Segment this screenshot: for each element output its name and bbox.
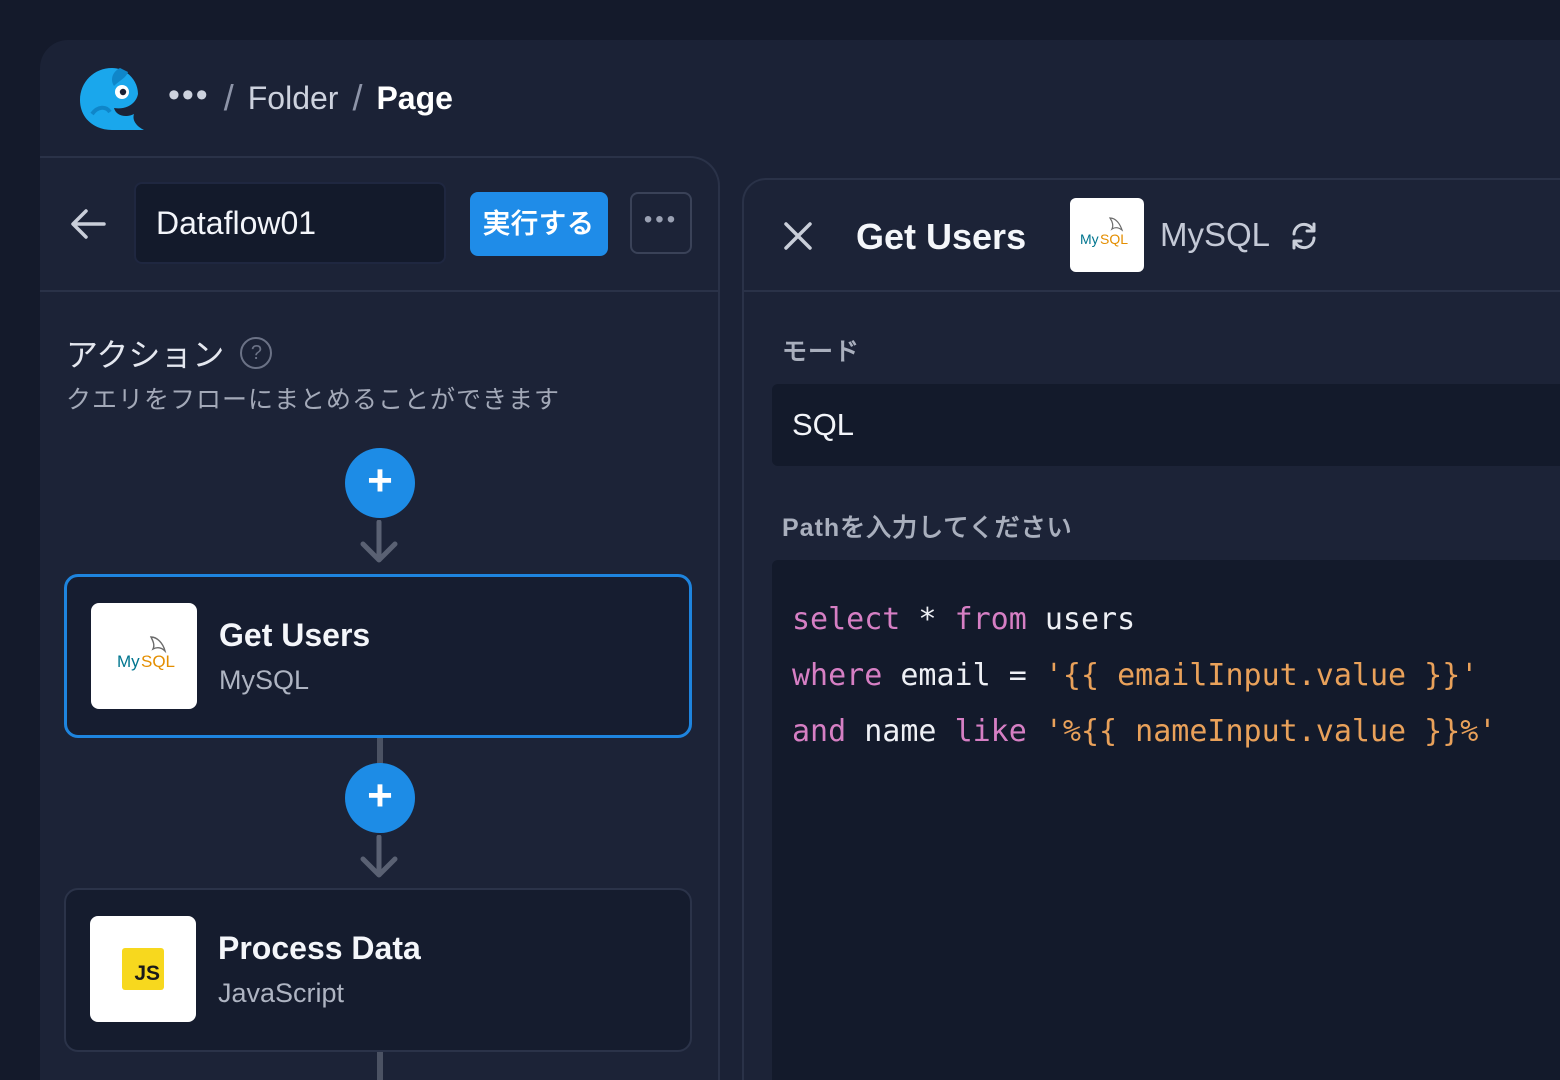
card-title: Get Users bbox=[219, 617, 371, 653]
sql-keyword: select bbox=[792, 602, 901, 637]
more-options-button[interactable]: ••• bbox=[630, 192, 692, 254]
sql-keyword: from bbox=[954, 602, 1027, 637]
flow-connector bbox=[377, 1052, 383, 1080]
javascript-icon: JS bbox=[90, 916, 196, 1022]
sql-operator: * bbox=[900, 602, 955, 637]
breadcrumb-separator: / bbox=[223, 77, 234, 118]
query-editor-header: Get Users My SQL MySQL bbox=[744, 180, 1560, 292]
close-icon[interactable] bbox=[782, 220, 814, 252]
flow-connector bbox=[377, 738, 383, 764]
actions-heading: アクション ? bbox=[66, 330, 273, 376]
top-bar: ••• / Folder / Page bbox=[40, 40, 1560, 156]
mysql-icon: My SQL bbox=[91, 603, 197, 709]
breadcrumb-separator: / bbox=[352, 77, 363, 118]
breadcrumb-folder-link[interactable]: Folder bbox=[248, 80, 339, 117]
refresh-icon[interactable] bbox=[1288, 220, 1320, 252]
actions-title: アクション bbox=[66, 337, 225, 373]
mysql-icon: My SQL bbox=[1070, 198, 1144, 272]
sql-space bbox=[1027, 714, 1045, 749]
app-window: ••• / Folder / Page Dataflow01 実行する ••• … bbox=[40, 40, 1560, 1080]
action-card-process-data[interactable]: JS Process Data JavaScript bbox=[64, 888, 692, 1052]
js-badge: JS bbox=[122, 948, 164, 990]
datasource-type[interactable]: MySQL bbox=[1160, 216, 1270, 254]
add-action-button[interactable]: + bbox=[345, 763, 415, 833]
query-title: Get Users bbox=[856, 216, 1027, 257]
path-label: Pathを入力してください bbox=[782, 514, 1073, 542]
dataflow-panel: Dataflow01 実行する ••• アクション ? クエリをフローにまとめる… bbox=[40, 156, 720, 1080]
actions-description: クエリをフローにまとめることができます bbox=[66, 386, 561, 414]
breadcrumb: ••• / Folder / Page bbox=[168, 76, 453, 119]
breadcrumb-current-page: Page bbox=[376, 79, 453, 116]
sql-identifier: email = bbox=[882, 658, 1045, 693]
breadcrumb-more-button[interactable]: ••• bbox=[168, 76, 210, 115]
code-line: select * from users bbox=[792, 592, 1560, 648]
svg-text:My: My bbox=[117, 652, 140, 671]
card-subtitle: MySQL bbox=[219, 665, 310, 695]
svg-text:SQL: SQL bbox=[141, 652, 175, 671]
svg-text:My: My bbox=[1080, 231, 1099, 247]
dataflow-name-input[interactable]: Dataflow01 bbox=[134, 182, 446, 264]
run-button[interactable]: 実行する bbox=[470, 192, 608, 256]
action-card-get-users[interactable]: My SQL Get Users MySQL bbox=[64, 574, 692, 738]
query-editor-panel: Get Users My SQL MySQL モード SQL Pathを入力して… bbox=[742, 178, 1560, 1080]
sql-identifier: name bbox=[846, 714, 955, 749]
add-action-button[interactable]: + bbox=[345, 448, 415, 518]
card-subtitle: JavaScript bbox=[218, 978, 345, 1008]
down-arrow-icon bbox=[360, 520, 398, 563]
card-title: Process Data bbox=[218, 930, 421, 966]
mode-label: モード bbox=[782, 338, 861, 366]
sql-string: '{{ emailInput.value }}' bbox=[1044, 658, 1479, 693]
svg-text:SQL: SQL bbox=[1100, 231, 1128, 247]
sql-keyword: where bbox=[792, 658, 883, 693]
sql-code-editor[interactable]: select * from users where email = '{{ ema… bbox=[772, 560, 1560, 1080]
down-arrow-icon bbox=[360, 835, 398, 878]
code-line: where email = '{{ emailInput.value }}' bbox=[792, 648, 1560, 704]
dataflow-header: Dataflow01 実行する ••• bbox=[40, 158, 718, 292]
mode-select[interactable]: SQL bbox=[772, 384, 1560, 466]
code-line: and name like '%{{ nameInput.value }}%' bbox=[792, 704, 1560, 760]
help-icon[interactable]: ? bbox=[240, 337, 273, 369]
sql-keyword: like bbox=[954, 714, 1027, 749]
back-arrow-icon[interactable] bbox=[68, 204, 108, 244]
sql-identifier: users bbox=[1026, 602, 1136, 637]
sql-string: '%{{ nameInput.value }}%' bbox=[1044, 714, 1497, 749]
chameleon-logo-icon[interactable] bbox=[76, 62, 148, 134]
sql-keyword: and bbox=[792, 714, 847, 749]
